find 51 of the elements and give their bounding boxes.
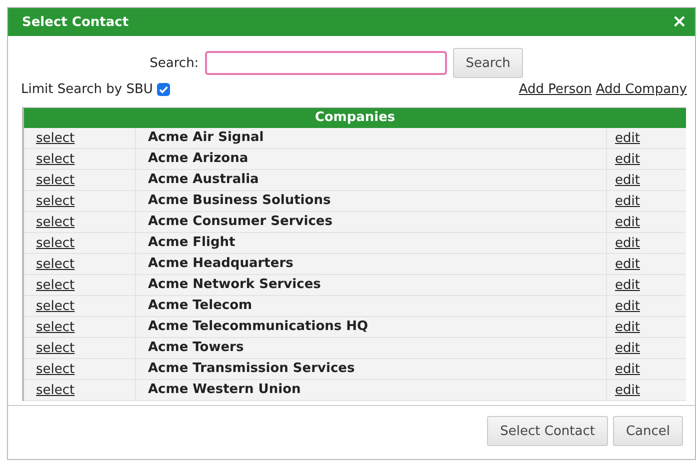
select-link[interactable]: select (36, 194, 75, 208)
select-link[interactable]: select (36, 214, 75, 230)
edit-link[interactable]: edit (615, 214, 640, 230)
select-link[interactable]: select (36, 298, 75, 314)
cancel-button[interactable]: Cancel (612, 416, 683, 446)
edit-link[interactable]: edit (615, 152, 640, 166)
select-link[interactable]: select (36, 172, 75, 188)
window-title: Select Contact (22, 14, 129, 30)
edit-link[interactable]: edit (615, 362, 640, 376)
company-name: Acme Telecommunications HQ (135, 317, 607, 337)
limit-label: Limit Search by SBU (21, 82, 153, 97)
table-header: Companies (24, 107, 686, 128)
select-link[interactable]: select (36, 340, 75, 356)
edit-link[interactable]: edit (615, 130, 640, 146)
edit-link[interactable]: edit (615, 194, 640, 208)
add-link[interactable]: Add Company (596, 82, 687, 97)
search-field[interactable] (204, 51, 447, 75)
edit-link[interactable]: edit (615, 256, 640, 272)
edit-link[interactable]: edit (615, 172, 640, 188)
close-icon[interactable]: × (672, 13, 687, 31)
company-name: Acme Business Solutions (135, 191, 607, 211)
select-link[interactable]: select (36, 362, 75, 376)
select-link[interactable]: select (36, 236, 75, 250)
checkbox[interactable] (156, 83, 170, 96)
company-name: Acme Towers (135, 338, 607, 358)
company-name: Acme Telecom (135, 296, 607, 316)
company-name: Acme Western Union (135, 380, 607, 400)
select-link[interactable]: select (36, 152, 75, 166)
company-name: Acme Consumer Services (135, 212, 607, 232)
edit-link[interactable]: edit (615, 320, 640, 334)
company-name: Acme Network Services (135, 275, 607, 295)
edit-link[interactable]: edit (615, 382, 640, 398)
edit-link[interactable]: edit (615, 340, 640, 356)
company-name: Acme Arizona (135, 149, 607, 169)
select-link[interactable]: select (36, 320, 75, 334)
select-link[interactable]: select (36, 256, 75, 272)
company-name: Acme Australia (135, 170, 607, 190)
add-link[interactable]: Add Person (518, 82, 592, 97)
edit-link[interactable]: edit (615, 298, 640, 314)
company-name: Acme Headquarters (135, 254, 607, 274)
search-label: Search: (150, 56, 199, 70)
edit-link[interactable]: edit (615, 278, 640, 292)
select-contact-button[interactable]: Select Contact (487, 416, 608, 446)
search-button[interactable]: Search (452, 48, 524, 78)
company-name: Acme Air Signal (135, 128, 607, 148)
edit-link[interactable]: edit (615, 236, 640, 250)
select-link[interactable]: select (36, 382, 75, 398)
company-name: Acme Flight (135, 233, 607, 253)
company-name: Acme Transmission Services (135, 359, 607, 379)
select-link[interactable]: select (36, 130, 75, 146)
select-link[interactable]: select (36, 278, 75, 292)
